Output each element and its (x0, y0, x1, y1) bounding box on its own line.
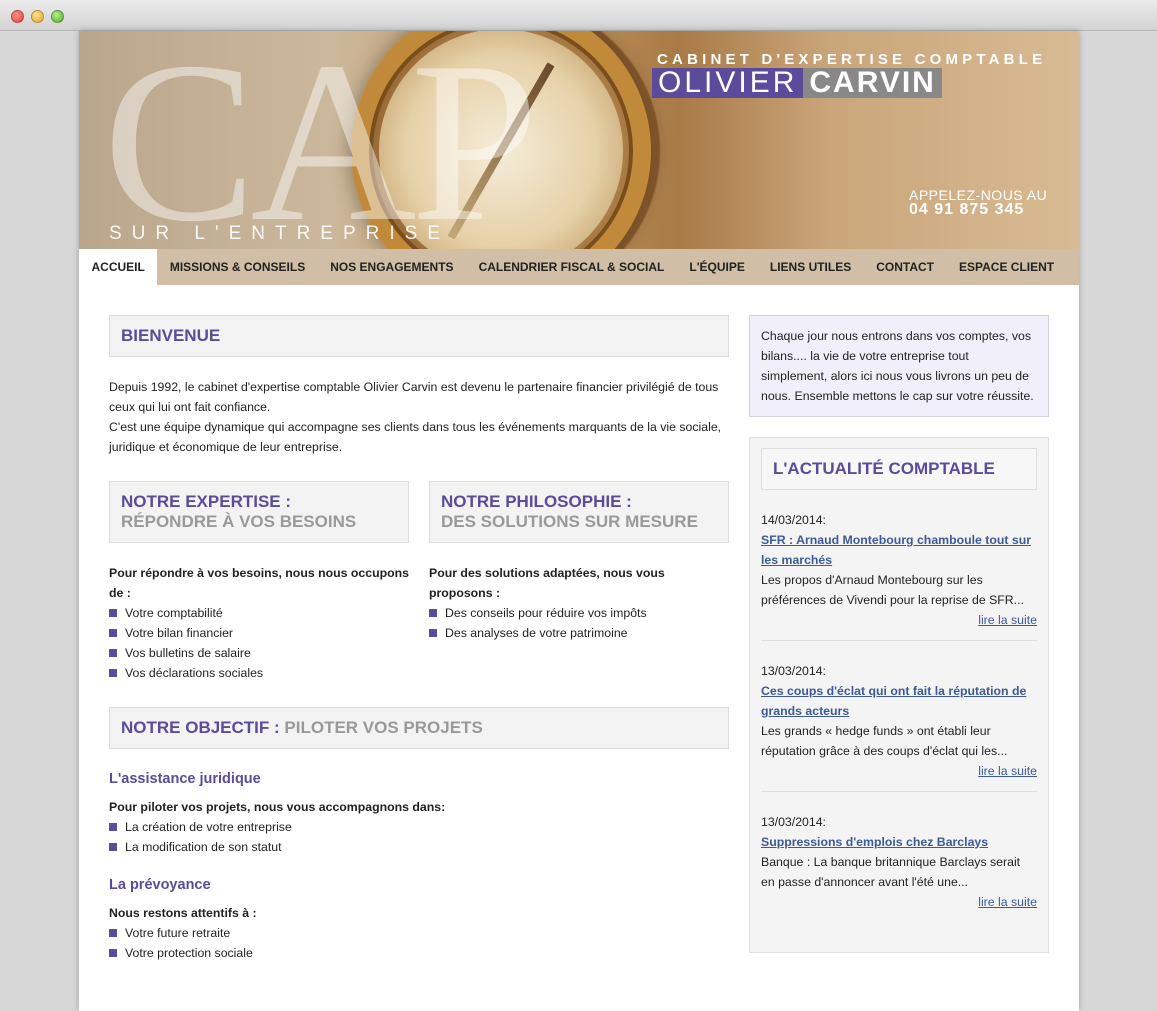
read-more-link[interactable]: lire la suite (761, 761, 1037, 781)
tagline: SUR L'ENTREPRISE (109, 223, 451, 244)
news-date: 14/03/2014: (761, 513, 826, 527)
nav-item-engagements[interactable]: NOS ENGAGEMENTS (318, 249, 466, 285)
nav-item-calendrier[interactable]: CALENDRIER FISCAL & SOCIAL (466, 249, 677, 285)
philosophy-lead: Pour des solutions adaptées, nous vous p… (429, 566, 665, 600)
news-title-link[interactable]: Ces coups d'éclat qui ont fait la réputa… (761, 681, 1037, 721)
news-item: 13/03/2014: Suppressions d'emplois chez … (761, 792, 1037, 922)
sidebar: Chaque jour nous entrons dans vos compte… (749, 315, 1049, 953)
news-item: 14/03/2014: SFR : Arnaud Montebourg cham… (761, 490, 1037, 641)
list-item: Votre protection sociale (109, 943, 729, 963)
legal-assistance-heading: L'assistance juridique (109, 771, 261, 787)
expertise-lead: Pour répondre à vos besoins, nous nous o… (109, 566, 409, 600)
provident-list: Votre future retraite Votre protection s… (109, 923, 729, 963)
nav-item-contact[interactable]: CONTACT (864, 249, 947, 285)
news-title-link[interactable]: SFR : Arnaud Montebourg chamboule tout s… (761, 530, 1037, 570)
list-item: La création de votre entreprise (109, 817, 729, 837)
main-content: BIENVENUE Depuis 1992, le cabinet d'expe… (109, 315, 729, 963)
list-item: Votre comptabilité (109, 603, 409, 623)
expertise-philosophy-columns: NOTRE EXPERTISE : RÉPONDRE À VOS BESOINS … (109, 481, 729, 701)
welcome-paragraph-1: Depuis 1992, le cabinet d'expertise comp… (109, 380, 719, 414)
nav-item-espace-client[interactable]: ESPACE CLIENT (947, 249, 1067, 285)
close-window-icon[interactable] (11, 10, 24, 23)
objective-subtitle: PILOTER VOS PROJETS (284, 718, 483, 737)
main-navigation: ACCUEIL MISSIONS & CONSEILS NOS ENGAGEME… (79, 249, 1079, 285)
philosophy-heading-box: NOTRE PHILOSOPHIE : DES SOLUTIONS SUR MES… (429, 481, 729, 543)
news-date: 13/03/2014: (761, 664, 826, 678)
news-date: 13/03/2014: (761, 815, 826, 829)
expertise-subtitle: RÉPONDRE À VOS BESOINS (121, 512, 357, 531)
legal-assistance-list: La création de votre entreprise La modif… (109, 817, 729, 857)
provident-heading: La prévoyance (109, 877, 211, 893)
brand-logo[interactable]: OLIVIER CARVIN (652, 68, 942, 98)
nav-item-liens[interactable]: LIENS UTILES (757, 249, 863, 285)
news-heading-box: L'ACTUALITÉ COMPTABLE (761, 448, 1037, 490)
nav-item-equipe[interactable]: L'ÉQUIPE (677, 249, 758, 285)
philosophy-subtitle: DES SOLUTIONS SUR MESURE (441, 512, 698, 531)
legal-assistance-lead: Pour piloter vos projets, nous vous acco… (109, 800, 446, 814)
news-excerpt: Banque : La banque britannique Barclays … (761, 855, 1021, 889)
read-more-link[interactable]: lire la suite (761, 610, 1037, 630)
news-title: L'ACTUALITÉ COMPTABLE (773, 459, 995, 478)
list-item: Vos bulletins de salaire (109, 643, 409, 663)
philosophy-column: NOTRE PHILOSOPHIE : DES SOLUTIONS SUR MES… (429, 481, 729, 643)
minimize-window-icon[interactable] (31, 10, 44, 23)
header-banner: CAP SUR L'ENTREPRISE CABINET D'EXPERTISE… (79, 31, 1079, 249)
provident-lead: Nous restons attentifs à : (109, 906, 257, 920)
news-title-link[interactable]: Suppressions d'emplois chez Barclays (761, 832, 1037, 852)
phone-number: 04 91 875 345 (909, 201, 1025, 218)
welcome-title: BIENVENUE (121, 326, 221, 345)
news-excerpt: Les grands « hedge funds » ont établi le… (761, 724, 1008, 758)
brand-first-name: OLIVIER (652, 68, 804, 98)
list-item: Votre bilan financier (109, 623, 409, 643)
web-page: CAP SUR L'ENTREPRISE CABINET D'EXPERTISE… (79, 31, 1079, 1011)
list-item: Des conseils pour réduire vos impôts (429, 603, 729, 623)
expertise-column: NOTRE EXPERTISE : RÉPONDRE À VOS BESOINS … (109, 481, 409, 683)
objective-title: NOTRE OBJECTIF : (121, 718, 280, 737)
maximize-window-icon[interactable] (51, 10, 64, 23)
nav-item-missions[interactable]: MISSIONS & CONSEILS (157, 249, 317, 285)
expertise-title: NOTRE EXPERTISE : (121, 492, 292, 511)
list-item: Vos déclarations sociales (109, 663, 409, 683)
news-panel: L'ACTUALITÉ COMPTABLE 14/03/2014: SFR : … (749, 437, 1049, 953)
nav-item-accueil[interactable]: ACCUEIL (79, 249, 158, 285)
expertise-list: Votre comptabilité Votre bilan financier… (109, 603, 409, 683)
list-item: Votre future retraite (109, 923, 729, 943)
list-item: La modification de son statut (109, 837, 729, 857)
window-titlebar (0, 0, 1157, 31)
list-item: Des analyses de votre patrimoine (429, 623, 729, 643)
philosophy-title: NOTRE PHILOSOPHIE : (441, 492, 632, 511)
welcome-paragraph-2: C'est une équipe dynamique qui accompagn… (109, 420, 722, 454)
cap-watermark: CAP (103, 31, 538, 249)
news-item: 13/03/2014: Ces coups d'éclat qui ont fa… (761, 641, 1037, 792)
objective-heading-box: NOTRE OBJECTIF : PILOTER VOS PROJETS (109, 707, 729, 749)
brand-last-name: CARVIN (803, 68, 942, 98)
read-more-link[interactable]: lire la suite (761, 892, 1037, 912)
expertise-heading-box: NOTRE EXPERTISE : RÉPONDRE À VOS BESOINS (109, 481, 409, 543)
news-excerpt: Les propos d'Arnaud Montebourg sur les p… (761, 573, 1024, 607)
sidebar-intro: Chaque jour nous entrons dans vos compte… (749, 315, 1049, 417)
welcome-heading-box: BIENVENUE (109, 315, 729, 357)
philosophy-list: Des conseils pour réduire vos impôts Des… (429, 603, 729, 643)
